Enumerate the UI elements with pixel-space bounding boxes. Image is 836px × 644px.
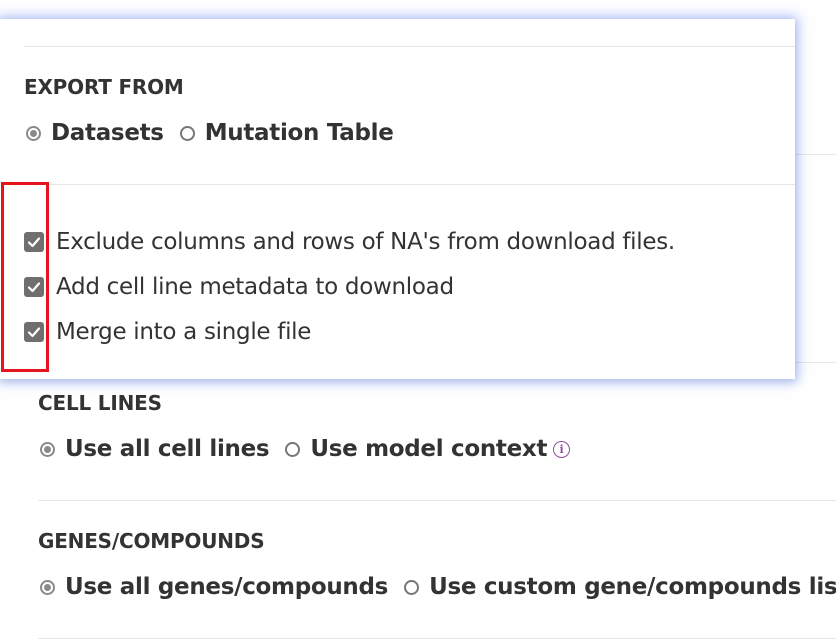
mutation-table-radio[interactable] [179, 125, 195, 141]
cell-lines-options: Use all cell lines Use model context i [40, 436, 571, 462]
export-from-options: Datasets Mutation Table [26, 120, 410, 146]
divider [24, 46, 795, 47]
info-icon[interactable]: i [553, 440, 571, 458]
cell-lines-title: CELL LINES [38, 391, 162, 415]
use-all-cell-lines-label[interactable]: Use all cell lines [65, 436, 270, 462]
exclude-na-option[interactable]: Exclude columns and rows of NA's from do… [24, 229, 675, 255]
genes-compounds-title: GENES/COMPOUNDS [38, 529, 265, 553]
merge-single-file-option[interactable]: Merge into a single file [24, 319, 311, 345]
add-metadata-option[interactable]: Add cell line metadata to download [24, 274, 454, 300]
export-from-title: EXPORT FROM [24, 75, 184, 99]
use-custom-list-radio[interactable] [404, 579, 420, 595]
highlight-box [1, 182, 49, 372]
use-all-genes-label[interactable]: Use all genes/compounds [65, 574, 388, 600]
export-options-popover: EXPORT FROM Datasets Mutation Table Excl… [0, 19, 795, 379]
divider [38, 638, 836, 639]
genes-compounds-options: Use all genes/compounds Use custom gene/… [40, 574, 836, 600]
use-custom-list-label[interactable]: Use custom gene/compounds list [429, 574, 836, 600]
use-all-genes-radio[interactable] [40, 579, 55, 595]
divider [38, 500, 836, 501]
exclude-na-label[interactable]: Exclude columns and rows of NA's from do… [56, 229, 675, 255]
merge-single-file-label[interactable]: Merge into a single file [56, 319, 311, 345]
use-model-context-label[interactable]: Use model context [310, 436, 547, 462]
divider [24, 184, 795, 185]
mutation-table-label[interactable]: Mutation Table [205, 120, 394, 146]
use-model-context-radio[interactable] [285, 441, 301, 457]
datasets-radio[interactable] [26, 125, 41, 141]
add-metadata-label[interactable]: Add cell line metadata to download [56, 274, 454, 300]
datasets-label[interactable]: Datasets [51, 120, 164, 146]
use-all-cell-lines-radio[interactable] [40, 441, 55, 457]
